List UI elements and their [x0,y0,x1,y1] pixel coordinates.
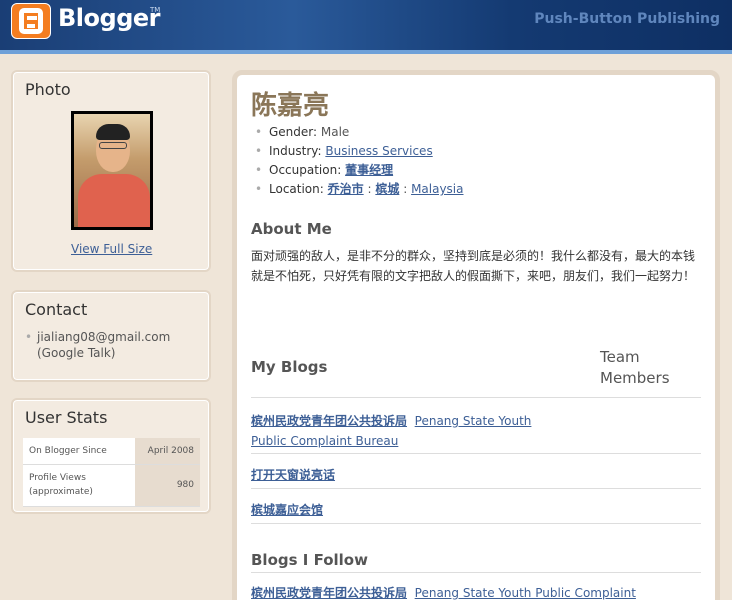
user-stats-heading: User Stats [25,408,108,427]
followed-blog-zh[interactable]: 槟州民政党青年团公共投诉局 [251,586,407,600]
divider [251,397,701,398]
location-separator: : [367,182,372,196]
blog-link-item[interactable]: 打开天窗说亮话 [251,465,335,485]
stats-label-line1: Profile Views [29,473,86,483]
divider [251,523,701,524]
blog-link-zh[interactable]: 槟城嘉应会馆 [251,503,323,517]
contact-panel: Contact jialiang08@gmail.com (Google Tal… [11,290,211,382]
user-stats-panel: User Stats On Blogger Since April 2008 P… [11,398,211,514]
stats-value: April 2008 [135,438,200,465]
followed-blog-en[interactable]: Penang State Youth Public Complaint [415,586,636,600]
blog-link-item[interactable]: 槟州民政党青年团公共投诉局 Penang State Youth Public … [251,411,531,451]
blogger-brand[interactable]: Blogger [58,4,160,32]
industry-link[interactable]: Business Services [325,144,432,158]
occupation-item: Occupation: 董事经理 [255,161,464,180]
header-tagline: Push-Button Publishing [534,11,720,27]
gender-label: Gender: [269,125,318,139]
divider [251,488,701,489]
team-members-heading: Team Members [600,348,670,387]
user-stats-table: On Blogger Since April 2008 Profile View… [23,438,200,507]
blog-link-item[interactable]: 槟城嘉应会馆 [251,500,323,520]
about-me-heading: About Me [251,220,332,238]
view-full-size-link[interactable]: View Full Size [71,242,152,256]
stats-value: 980 [135,464,200,507]
contact-email-item: jialiang08@gmail.com (Google Talk) [25,329,209,361]
location-separator: : [403,182,408,196]
contact-email: jialiang08@gmail.com [37,330,171,344]
about-me-text: 面对顽强的敌人，是非不分的群众，坚持到底是必须的！我什么都没有，最大的本钱就是不… [251,249,696,283]
gender-item: Gender: Male [255,123,464,142]
industry-label: Industry: [269,144,322,158]
contact-list: jialiang08@gmail.com (Google Talk) [13,319,209,361]
location-region-link[interactable]: 槟城 [375,182,399,196]
blog-link-zh[interactable]: 槟州民政党青年团公共投诉局 [251,414,407,428]
blogger-logo-icon[interactable] [11,3,51,39]
trademark-mark: TM [150,6,161,14]
divider [251,453,701,454]
occupation-link[interactable]: 董事经理 [345,163,393,177]
photo-heading: Photo [25,80,71,99]
contact-heading: Contact [25,300,88,319]
location-city-link[interactable]: 乔治市 [328,182,364,196]
profile-name: 陈嘉亮 [251,91,330,121]
location-country-link[interactable]: Malaysia [411,182,463,196]
location-label: Location: [269,182,324,196]
followed-blog-link[interactable]: 槟州民政党青年团公共投诉局 Penang State Youth Public … [251,583,636,600]
location-item: Location: 乔治市 : 槟城 : Malaysia [255,180,464,199]
occupation-label: Occupation: [269,163,342,177]
blog-link-en[interactable]: Public Complaint Bureau [251,434,398,448]
divider [251,572,701,573]
header-divider [0,50,732,54]
blog-link-en[interactable]: Penang State Youth [415,414,532,428]
gender-value: Male [320,125,350,139]
blogger-header: Blogger TM Push-Button Publishing [0,0,732,54]
blogs-i-follow-heading: Blogs I Follow [251,551,368,569]
stats-label-line2: (approximate) [29,487,93,497]
blog-link-zh[interactable]: 打开天窗说亮话 [251,468,335,482]
stats-row-views: Profile Views (approximate) 980 [23,464,200,507]
stats-row-since: On Blogger Since April 2008 [23,438,200,465]
profile-main: 陈嘉亮 Gender: Male Industry: Business Serv… [232,70,720,600]
my-blogs-heading: My Blogs [251,358,328,376]
stats-label: Profile Views (approximate) [23,464,135,507]
industry-item: Industry: Business Services [255,142,464,161]
profile-photo[interactable] [71,111,153,230]
photo-panel: Photo View Full Size [11,70,211,272]
stats-label: On Blogger Since [23,438,135,465]
contact-note: (Google Talk) [37,346,116,360]
profile-info-list: Gender: Male Industry: Business Services… [255,123,464,199]
